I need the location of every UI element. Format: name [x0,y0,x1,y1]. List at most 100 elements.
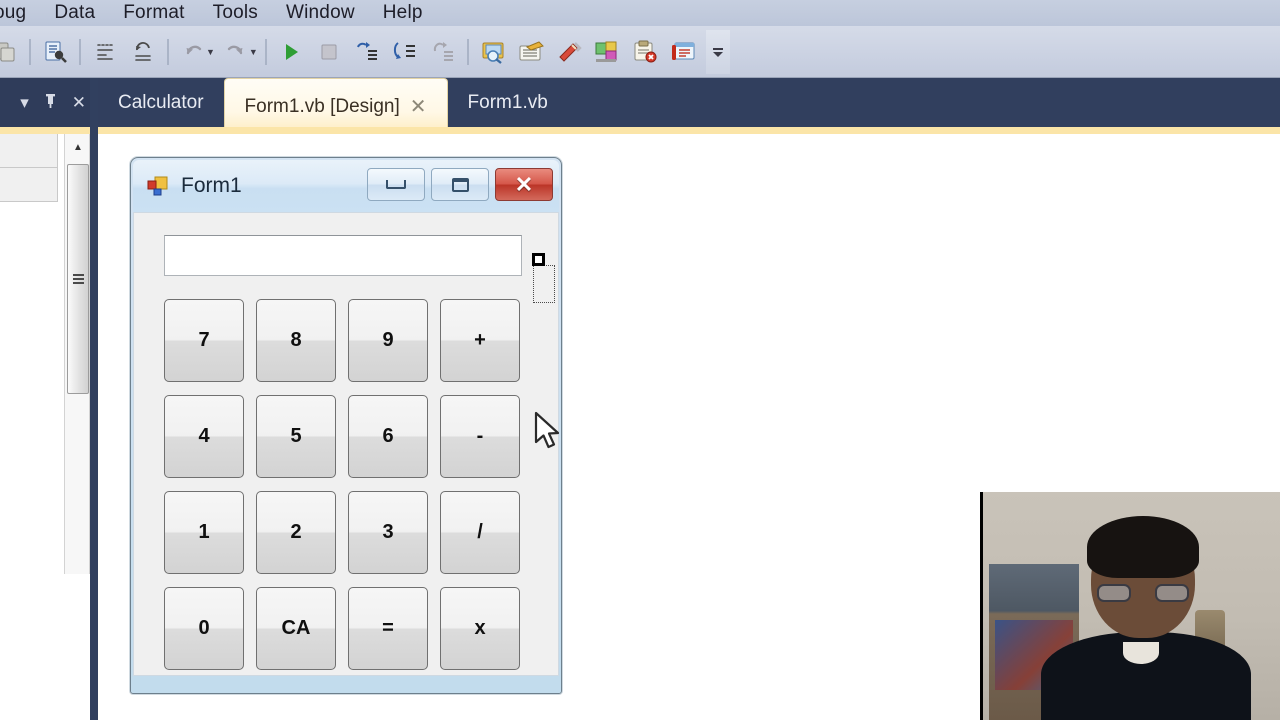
redo-icon [227,45,243,54]
close-icon: ✕ [514,171,534,197]
find-in-files-icon [45,41,67,63]
error-list-button[interactable] [626,33,664,71]
form-title-text: Form1 [181,174,242,197]
menu-item-window[interactable]: Window [272,0,369,26]
document-tab-strip: ▾ ✕ Calculator Form1.vb [Design] ✕ Form1… [0,78,1280,134]
key-plus[interactable]: + [440,299,520,382]
paste-button[interactable] [0,33,24,71]
keypad-row: 7 8 9 + [164,299,529,382]
menu-bar: oug Data Format Tools Window Help [0,0,1280,26]
properties-window-button[interactable] [512,33,550,71]
panel-close-icon[interactable]: ✕ [72,94,86,111]
display-textbox[interactable] [164,235,522,276]
toolbox-button[interactable] [550,33,588,71]
object-browser-button[interactable] [588,33,626,71]
undo-icon [186,45,202,54]
menu-item-tools[interactable]: Tools [199,0,272,26]
redo-button[interactable] [217,33,255,71]
list-item[interactable] [0,134,58,168]
key-0[interactable]: 0 [164,587,244,670]
step-over-icon [393,41,415,59]
menu-item-data[interactable]: Data [40,0,109,26]
left-panel-scrollbar[interactable]: ▲ [64,134,90,574]
output-window-button[interactable] [664,33,702,71]
key-7[interactable]: 7 [164,299,244,382]
grip-icon [72,272,84,286]
panel-divider [90,78,98,720]
undo-button[interactable] [174,33,212,71]
tab-calculator[interactable]: Calculator [98,78,224,127]
maximize-button[interactable] [431,168,489,201]
mouse-cursor [534,411,564,458]
tab-form1-code[interactable]: Form1.vb [448,78,568,127]
close-button[interactable]: ✕ [495,168,553,201]
start-debugging-button[interactable] [272,33,310,71]
keypad-row: 1 2 3 / [164,491,529,574]
key-divide[interactable]: / [440,491,520,574]
uncomment-selection-button[interactable] [124,33,162,71]
tab-label: Calculator [118,91,204,113]
panel-dropdown-icon[interactable]: ▾ [20,94,29,111]
vb-form-icon [147,175,169,197]
solution-explorer-icon [482,42,504,64]
uncomment-lines-icon [135,41,151,61]
solution-explorer-button[interactable] [474,33,512,71]
form-client-area[interactable]: 7 8 9 + 4 5 6 - 1 2 3 / 0 CA = x [133,212,560,676]
keypad-row: 0 CA = x [164,587,529,670]
maximize-icon [451,177,469,192]
stop-debugging-button[interactable] [310,33,348,71]
menu-item-debug[interactable]: oug [0,0,40,26]
toolbar-separator [79,38,81,65]
tab-label: Form1.vb [Design] [244,95,400,117]
key-6[interactable]: 6 [348,395,428,478]
key-multiply[interactable]: x [440,587,520,670]
scrollbar-thumb[interactable] [67,164,89,394]
list-item[interactable] [0,168,58,202]
tab-list: Calculator Form1.vb [Design] ✕ Form1.vb [98,78,568,134]
webcam-person-hair [1087,516,1199,578]
scroll-up-icon[interactable]: ▲ [65,134,91,160]
comment-lines-icon [97,43,113,60]
key-5[interactable]: 5 [256,395,336,478]
key-9[interactable]: 9 [348,299,428,382]
tab-close-icon[interactable]: ✕ [410,97,427,117]
step-out-button[interactable] [424,33,462,71]
form-title-bar[interactable]: Form1 ✕ [133,160,559,212]
resize-handle[interactable] [532,253,545,266]
toolbar-separator [167,38,169,65]
standard-toolbar: ▼ ▼ [0,26,1280,78]
left-tool-panel: ▲ [0,78,98,720]
minimize-icon [386,180,406,189]
toolbar-separator [466,38,469,65]
key-minus[interactable]: - [440,395,520,478]
minimize-button[interactable] [367,168,425,201]
key-equals[interactable]: = [348,587,428,670]
toolbar-separator [29,38,31,65]
find-in-files-button[interactable] [36,33,74,71]
object-browser-icon [595,41,617,62]
key-3[interactable]: 3 [348,491,428,574]
toolbar-separator [264,38,267,65]
comment-selection-button[interactable] [86,33,124,71]
key-4[interactable]: 4 [164,395,244,478]
pin-icon [45,94,55,108]
properties-window-icon [519,40,544,60]
step-out-icon [433,41,453,61]
panel-pin-icon[interactable] [43,93,58,112]
left-panel-rows [0,134,58,202]
toolbar-overflow-button[interactable] [705,29,730,74]
key-1[interactable]: 1 [164,491,244,574]
step-into-button[interactable] [348,33,386,71]
menu-item-format[interactable]: Format [109,0,198,26]
form-preview-window[interactable]: Form1 ✕ 7 8 9 + 4 5 6 - 1 2 3 / 0 CA = x [130,157,562,694]
tab-form1-design[interactable]: Form1.vb [Design] ✕ [223,78,448,134]
key-8[interactable]: 8 [256,299,336,382]
key-2[interactable]: 2 [256,491,336,574]
step-over-button[interactable] [386,33,424,71]
key-clear-all[interactable]: CA [256,587,336,670]
start-debug-icon [285,43,298,60]
output-window-icon [671,42,695,60]
paste-icon [0,42,15,61]
calculator-keypad: 7 8 9 + 4 5 6 - 1 2 3 / 0 CA = x [164,299,529,683]
menu-item-help[interactable]: Help [369,0,437,26]
